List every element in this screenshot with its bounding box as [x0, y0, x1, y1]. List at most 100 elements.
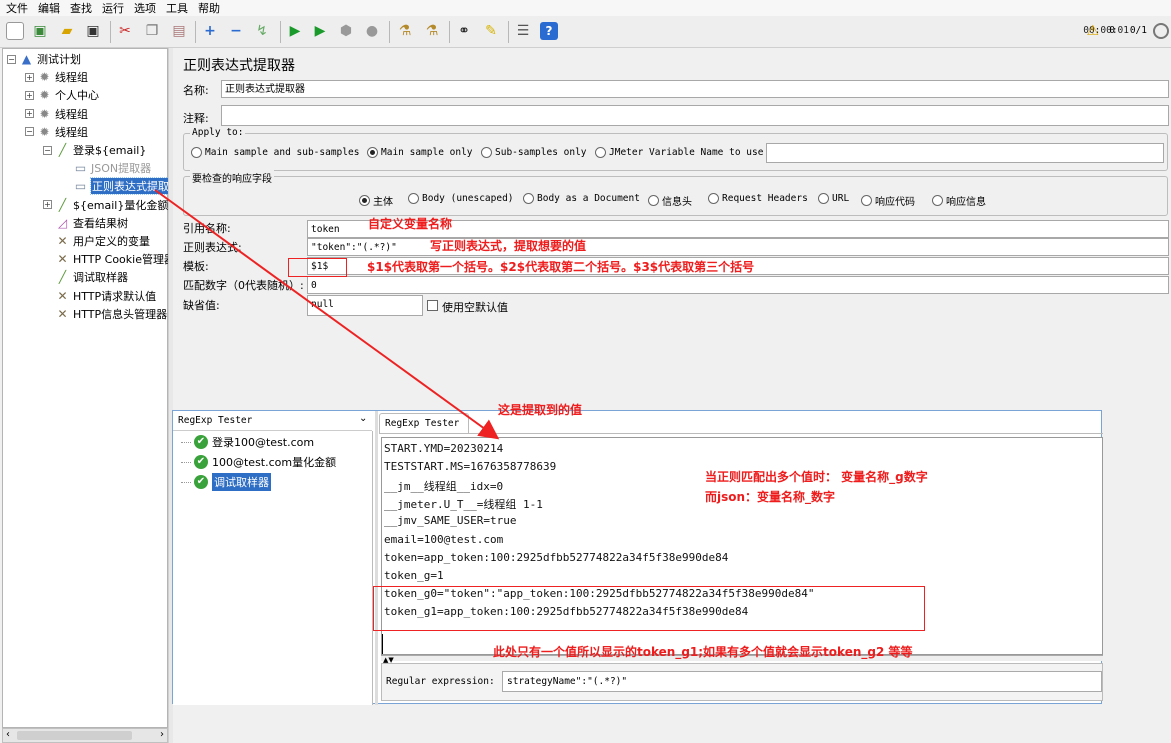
tree-item-1[interactable]: + ✹ 线程组 — [25, 68, 88, 86]
name-field[interactable]: 正则表达式提取器 — [221, 80, 1169, 98]
tree-item-12[interactable]: ╱ 调试取样器 — [43, 268, 128, 286]
radio-circle[interactable] — [648, 195, 659, 206]
tree-item-9[interactable]: ◿ 查看结果树 — [43, 214, 128, 232]
copy-icon[interactable]: ❐ — [143, 22, 161, 40]
menu-item-0[interactable]: 文件 — [6, 0, 28, 16]
paste-icon[interactable]: ▤ — [170, 22, 188, 40]
tree-item-5[interactable]: − ╱ 登录${email} — [43, 141, 146, 159]
apply-main-and-sub-radio[interactable]: Main sample and sub-samples — [191, 147, 359, 158]
shutdown-icon[interactable]: ● — [363, 22, 381, 40]
field-response-code-radio[interactable]: 响应代码 — [861, 193, 915, 208]
start-icon[interactable]: ▶ — [286, 22, 304, 40]
tree-item-11[interactable]: ✕ HTTP Cookie管理器 — [43, 250, 175, 268]
new-icon[interactable] — [6, 22, 24, 40]
tester-regex-field[interactable]: strategyName":"(.*?)" — [502, 671, 1102, 692]
field-body-document-radio[interactable]: Body as a Document — [523, 193, 640, 204]
result-item-1[interactable]: ✔ 100@test.com量化金额 — [181, 453, 336, 471]
menu-item-4[interactable]: 选项 — [134, 0, 156, 16]
field-response-message-radio[interactable]: 响应信息 — [932, 193, 986, 208]
tree-item-3[interactable]: + ✹ 线程组 — [25, 105, 88, 123]
function-helper-icon[interactable]: ☰ — [514, 22, 532, 40]
jmeter-variable-field[interactable] — [766, 143, 1164, 163]
radio-circle[interactable] — [191, 147, 202, 158]
open-icon[interactable]: ▰ — [58, 22, 76, 40]
expand-node-icon[interactable]: + — [43, 200, 52, 210]
match-number-field[interactable]: 0 — [307, 276, 1169, 294]
search-icon[interactable]: ⚭ — [455, 22, 473, 40]
chevron-down-icon[interactable]: ⌄ — [359, 413, 367, 424]
radio-circle[interactable] — [408, 193, 419, 204]
tree-item-2[interactable]: + ✹ 个人中心 — [25, 86, 99, 104]
radio-circle[interactable] — [932, 195, 943, 206]
default-value-field[interactable]: null — [307, 295, 423, 316]
reset-search-icon[interactable]: ✎ — [482, 22, 500, 40]
comment-field[interactable] — [221, 105, 1169, 126]
radio-circle[interactable] — [523, 193, 534, 204]
renderer-dropdown-label: RegExp Tester — [178, 415, 253, 426]
radio-circle[interactable] — [595, 147, 606, 158]
toggle-icon[interactable]: ↯ — [253, 22, 271, 40]
result-item-2[interactable]: ✔ 调试取样器 — [181, 473, 271, 491]
tree-horizontal-scrollbar[interactable]: ‹ › — [2, 728, 168, 743]
annotation-regex: 写正则表达式，提取想要的值 — [430, 239, 587, 253]
cut-icon[interactable]: ✂ — [116, 22, 134, 40]
tree-item-7[interactable]: ▭ 正则表达式提取 — [61, 177, 171, 196]
clear-icon[interactable]: ⚗ — [396, 22, 414, 40]
tree-item-6[interactable]: ▭ JSON提取器 — [61, 159, 151, 177]
field-body-radio[interactable]: 主体 — [359, 193, 393, 208]
apply-main-only-radio[interactable]: Main sample only — [367, 147, 473, 158]
menu-item-2[interactable]: 查找 — [70, 0, 92, 16]
clear-all-icon[interactable]: ⚗ — [423, 22, 441, 40]
field-url-radio[interactable]: URL — [818, 193, 849, 204]
expand-node-icon[interactable]: + — [25, 90, 34, 100]
radio-circle-selected[interactable] — [367, 147, 378, 158]
apply-sub-only-radio[interactable]: Sub-samples only — [481, 147, 587, 158]
toolbar: ▣ ▰ ▣ ✂ ❐ ▤ + − ↯ ▶ ▶ ⬢ ● ⚗ ⚗ ⚭ ✎ ☰ ? 0 0… — [0, 16, 1171, 48]
collapse-node-icon[interactable]: − — [7, 54, 16, 64]
annotation-variable-name: 自定义变量名称 — [368, 217, 453, 231]
start-no-pause-icon[interactable]: ▶ — [311, 22, 329, 40]
tree-item-14[interactable]: ✕ HTTP信息头管理器 — [43, 305, 167, 323]
expand-node-icon[interactable]: + — [25, 72, 34, 82]
menu-item-1[interactable]: 编辑 — [38, 0, 60, 16]
menu-item-5[interactable]: 工具 — [166, 0, 188, 16]
config-icon: ✕ — [57, 234, 68, 248]
save-icon[interactable]: ▣ — [84, 22, 102, 40]
collapse-node-icon[interactable]: − — [43, 145, 52, 155]
menu-item-6[interactable]: 帮助 — [198, 0, 220, 16]
tester-splitter[interactable] — [375, 411, 378, 705]
menu-item-3[interactable]: 运行 — [102, 0, 124, 16]
tree-item-4[interactable]: − ✹ 线程组 — [25, 123, 88, 141]
renderer-dropdown[interactable]: RegExp Tester ⌄ — [173, 411, 372, 431]
output-line: __jm__线程组__idx=0 — [384, 480, 504, 494]
scroll-left-icon[interactable]: ‹ — [6, 729, 10, 740]
help-icon[interactable]: ? — [540, 22, 558, 40]
tree-item-13[interactable]: ✕ HTTP请求默认值 — [43, 287, 156, 305]
radio-circle[interactable] — [708, 193, 719, 204]
radio-circle-selected[interactable] — [359, 195, 370, 206]
radio-circle[interactable] — [481, 147, 492, 158]
tree-item-10[interactable]: ✕ 用户定义的变量 — [43, 232, 150, 250]
tree-item-0[interactable]: − ▲ 测试计划 — [7, 50, 81, 68]
stop-icon[interactable]: ⬢ — [337, 22, 355, 40]
scroll-right-icon[interactable]: › — [160, 729, 164, 740]
field-body-unescaped-radio[interactable]: Body (unescaped) — [408, 193, 514, 204]
thread-group-icon: ✹ — [39, 88, 50, 103]
expand-node-icon[interactable]: + — [25, 109, 34, 119]
collapse-icon[interactable]: − — [227, 22, 245, 40]
output-line: __jmv_SAME_USER=true — [384, 514, 517, 528]
templates-icon[interactable]: ▣ — [31, 22, 49, 40]
use-empty-default-checkbox[interactable] — [427, 300, 438, 311]
field-request-headers-radio[interactable]: Request Headers — [708, 193, 808, 204]
result-item-0[interactable]: ✔ 登录100@test.com — [181, 433, 314, 451]
expand-icon[interactable]: + — [201, 22, 219, 40]
collapse-node-icon[interactable]: − — [25, 127, 34, 137]
apply-jmeter-variable-radio[interactable]: JMeter Variable Name to use — [595, 147, 763, 158]
warning-icon[interactable]: ⚠ — [1086, 23, 1099, 39]
radio-circle[interactable] — [861, 195, 872, 206]
field-headers-radio[interactable]: 信息头 — [648, 193, 692, 208]
tab-regexp-tester[interactable]: RegExp Tester — [379, 413, 469, 433]
tree-item-8[interactable]: + ╱ ${email}量化金额 — [43, 196, 168, 214]
tree-item-label: HTTP请求默认值 — [73, 289, 157, 303]
radio-circle[interactable] — [818, 193, 829, 204]
